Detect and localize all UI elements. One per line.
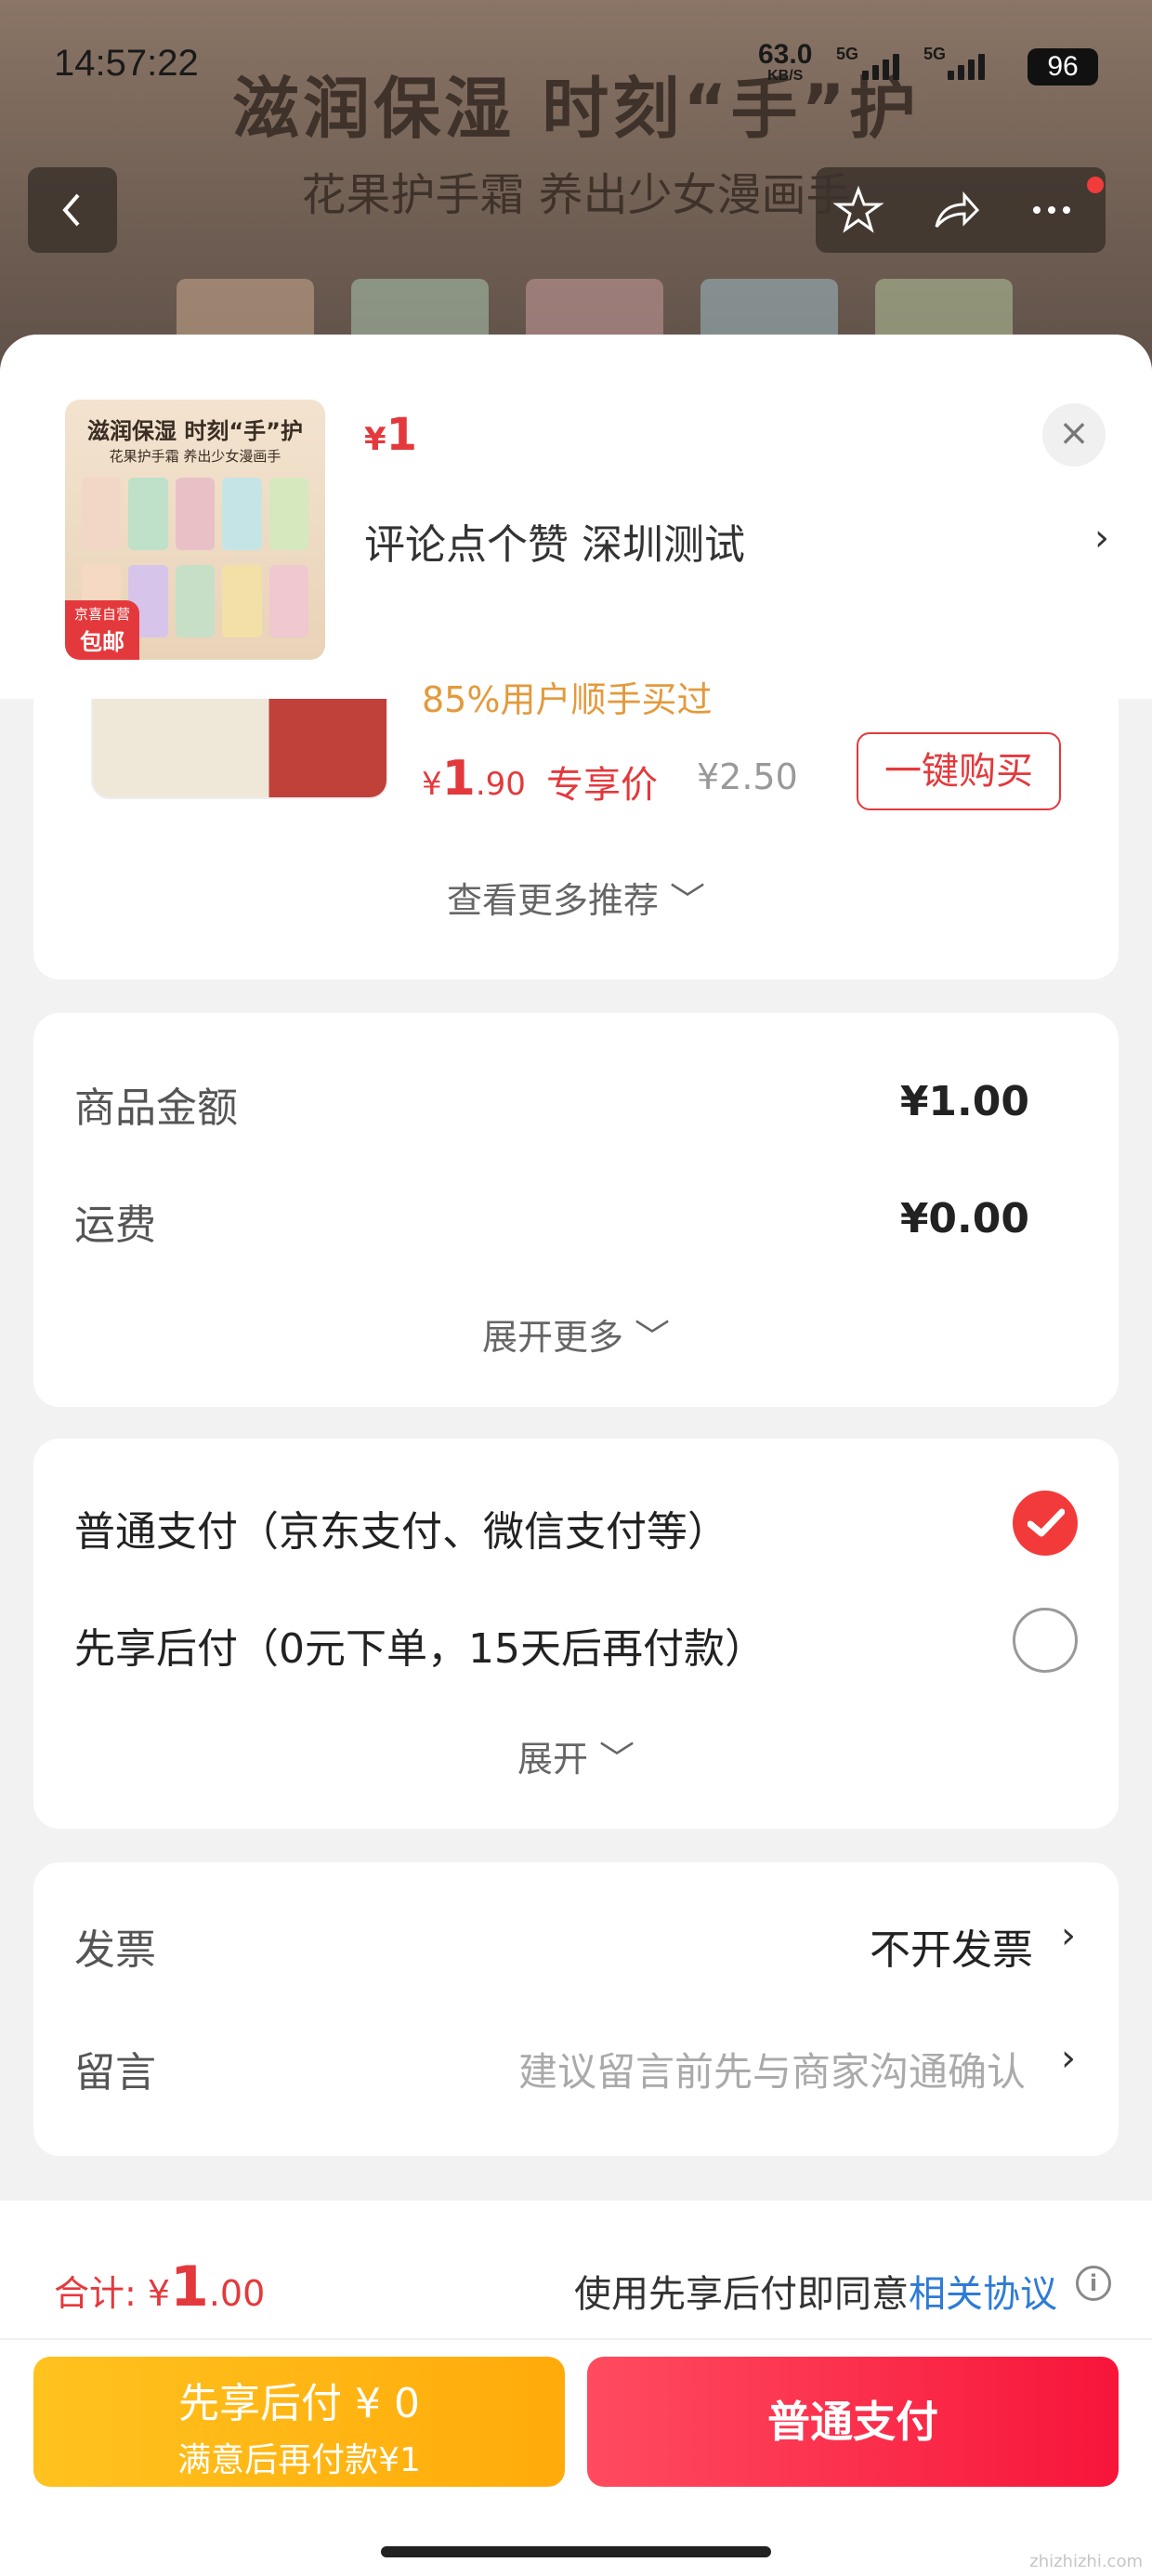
thumb-tubes-row-1 [82, 478, 309, 550]
recommended-product-desc: 85%用户顺手买过 [422, 679, 713, 720]
recommended-price: ¥1.90 [422, 751, 526, 807]
product-title[interactable]: 评论点个赞 深圳测试 [364, 511, 745, 571]
sheet-header: 滋润保湿 时刻“手”护 花果护手霜 养出少女漫画手 京喜自营 包邮 ¥1 评论点… [0, 335, 1152, 699]
expand-more-link[interactable]: 展开更多 ﹀ [33, 1308, 1119, 1360]
message-label: 留言 [74, 2049, 156, 2096]
thumb-subtitle: 花果护手霜 养出少女漫画手 [109, 448, 281, 465]
radio-checked-icon[interactable] [1013, 1491, 1078, 1556]
exclusive-price-tag: 专享价 [546, 764, 658, 807]
chevron-right-icon[interactable]: › [1094, 517, 1109, 559]
normal-pay-button[interactable]: 普通支付 [587, 2357, 1119, 2487]
invoice-value[interactable]: 不开发票 [870, 1916, 1033, 1976]
notification-dot [1087, 177, 1104, 193]
see-more-recommendations[interactable]: 查看更多推荐 ﹀ [33, 872, 1119, 923]
thumb-title: 滋润保湿 时刻“手”护 [87, 418, 303, 444]
one-click-buy-button[interactable]: 一键购买 [857, 732, 1061, 810]
product-price: ¥1 [364, 409, 418, 461]
status-time: 14:57:22 [54, 43, 199, 84]
product-thumbnail: 滋润保湿 时刻“手”护 花果护手霜 养出少女漫画手 京喜自营 包邮 [65, 400, 325, 660]
signal-icon [862, 54, 899, 80]
top-action-bar [816, 167, 1106, 253]
recommended-product-image [91, 699, 388, 799]
pay-later-line1: 先享后付 ¥ 0 [178, 2380, 420, 2427]
radio-unchecked-icon[interactable] [1013, 1608, 1078, 1673]
pay-later-button[interactable]: 先享后付 ¥ 0 满意后再付款¥1 [33, 2357, 565, 2487]
network-type-1: 5G [836, 45, 859, 63]
shipping-label: 运费 [74, 1202, 156, 1249]
chevron-right-icon[interactable]: › [1061, 2037, 1076, 2080]
original-price: ¥2.50 [697, 756, 798, 797]
shipping-value: ¥0.00 [899, 1195, 1029, 1242]
agreement-link[interactable]: 相关协议 [909, 2273, 1057, 2316]
agreement-text: 使用先享后付即同意相关协议 [574, 2273, 1057, 2316]
expand-payment-link[interactable]: 展开 ﹀ [33, 1730, 1119, 1781]
recommendation-card: 85%用户顺手买过 ¥1.90 专享价 ¥2.50 一键购买 查看更多推荐 ﹀ [33, 679, 1119, 979]
invoice-message-card: 发票 不开发票 › 留言 建议留言前先与商家沟通确认 › [33, 1862, 1119, 2156]
message-input[interactable]: 建议留言前先与商家沟通确认 [518, 2041, 1026, 2097]
info-icon[interactable]: i [1076, 2266, 1111, 2301]
signal-icon-2 [948, 54, 985, 80]
payment-method-card: 普通支付（京东支付、微信支付等） 先享后付（0元下单，15天后再付款） 展开 ﹀ [33, 1439, 1119, 1829]
back-button[interactable] [28, 167, 117, 253]
pay-later-line2: 满意后再付款¥1 [177, 2441, 421, 2479]
chevron-right-icon[interactable]: › [1061, 1914, 1076, 1957]
star-icon[interactable] [832, 184, 884, 236]
more-icon[interactable] [1026, 184, 1078, 236]
chevron-left-icon [62, 193, 80, 227]
close-button[interactable]: × [1042, 403, 1106, 467]
goods-amount-label: 商品金额 [74, 1084, 238, 1132]
order-summary-card: 商品金额 ¥1.00 运费 ¥0.00 展开更多 ﹀ [33, 1013, 1119, 1407]
goods-amount-value: ¥1.00 [899, 1078, 1029, 1125]
status-bar: 14:57:22 63.0 KB/S 5G 5G 96 [54, 41, 1098, 97]
payment-option-normal[interactable]: 普通支付（京东支付、微信支付等） [74, 1498, 728, 1557]
payment-option-pay-later[interactable]: 先享后付（0元下单，15天后再付款） [74, 1615, 766, 1675]
share-icon[interactable] [929, 184, 981, 236]
home-indicator[interactable] [381, 2546, 771, 2557]
divider [0, 2338, 1152, 2340]
network-speed: 63.0 KB/S [758, 39, 813, 84]
network-type-2: 5G [923, 45, 947, 63]
invoice-label: 发票 [74, 1926, 156, 1974]
order-total: 合计: ¥1.00 [54, 2254, 266, 2320]
battery-icon: 96 [1028, 48, 1098, 85]
watermark: 秋 值值值 zhizhizhi.com [956, 2499, 1143, 2571]
self-operated-badge: 京喜自营 包邮 [65, 600, 139, 660]
